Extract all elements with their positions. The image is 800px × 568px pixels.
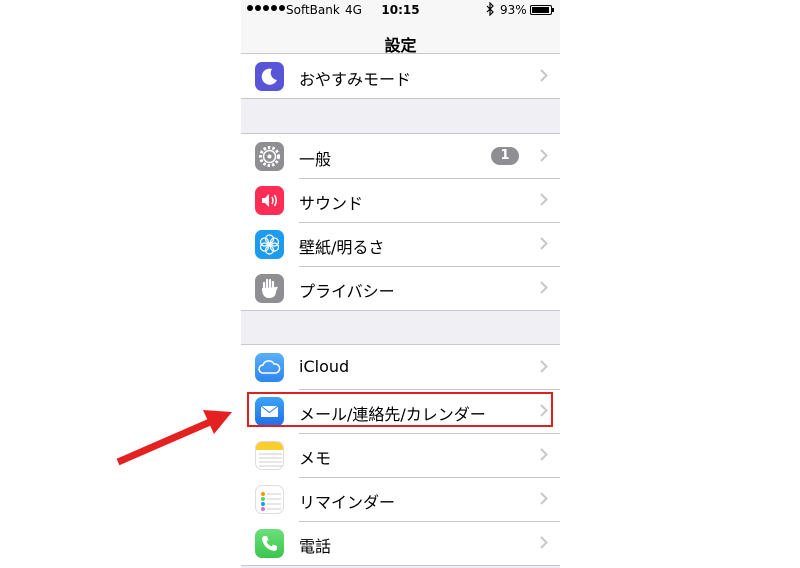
highlight-box [247,392,553,427]
settings-row-label: メモ [299,449,332,468]
chevron-right-icon [540,193,548,206]
chevron-right-icon [540,536,548,549]
settings-row-label: 一般 [299,150,332,169]
notes-icon [255,441,284,470]
settings-row-notes[interactable]: メモ [241,433,560,477]
settings-row-label: サウンド [299,194,364,213]
moon-icon [255,62,284,91]
settings-row-label: iCloud [299,357,350,376]
settings-row-sounds[interactable]: サウンド [241,178,560,222]
settings-row-do-not-disturb[interactable]: おやすみモード [241,54,560,98]
chevron-right-icon [540,281,548,294]
settings-group-apps: iCloud メール/連絡先/カレンダー メモ リマインダー 電話 [241,344,560,566]
settings-row-label: リマインダー [299,493,396,512]
settings-row-phone[interactable]: 電話 [241,521,560,565]
gear-icon [255,142,284,171]
settings-row-label: プライバシー [299,282,395,301]
cloud-icon [255,353,284,382]
battery-percent: 93% [500,3,527,17]
settings-row-label: おやすみモード [299,70,412,89]
settings-group-general: 一般 1 サウンド 壁紙/明るさ プライバシー [241,133,560,311]
settings-row-label: 壁紙/明るさ [299,238,385,257]
chevron-right-icon [540,69,548,82]
settings-group-do-not-disturb: おやすみモード [241,53,560,99]
hand-icon [255,274,284,303]
bluetooth-icon [486,1,495,19]
reminders-icon [255,485,284,514]
battery-icon [530,5,554,15]
settings-row-general[interactable]: 一般 1 [241,134,560,178]
status-bar: SoftBank 4G 10:15 93% [241,0,560,20]
phone-icon [255,529,284,558]
settings-row-reminders[interactable]: リマインダー [241,477,560,521]
chevron-right-icon [540,237,548,250]
notification-badge: 1 [491,147,519,165]
settings-row-privacy[interactable]: プライバシー [241,266,560,310]
chevron-right-icon [540,149,548,162]
flower-icon [255,230,284,259]
chevron-right-icon [540,492,548,505]
speaker-icon [255,186,284,215]
chevron-right-icon [540,448,548,461]
settings-row-wallpaper-brightness[interactable]: 壁紙/明るさ [241,222,560,266]
settings-row-icloud[interactable]: iCloud [241,345,560,389]
chevron-right-icon [540,360,548,373]
settings-screen: SoftBank 4G 10:15 93% 設定 おやすみモード 一般 1 サウ… [241,0,560,568]
pointer-arrow-icon [116,410,232,466]
settings-row-label: 電話 [299,537,332,556]
